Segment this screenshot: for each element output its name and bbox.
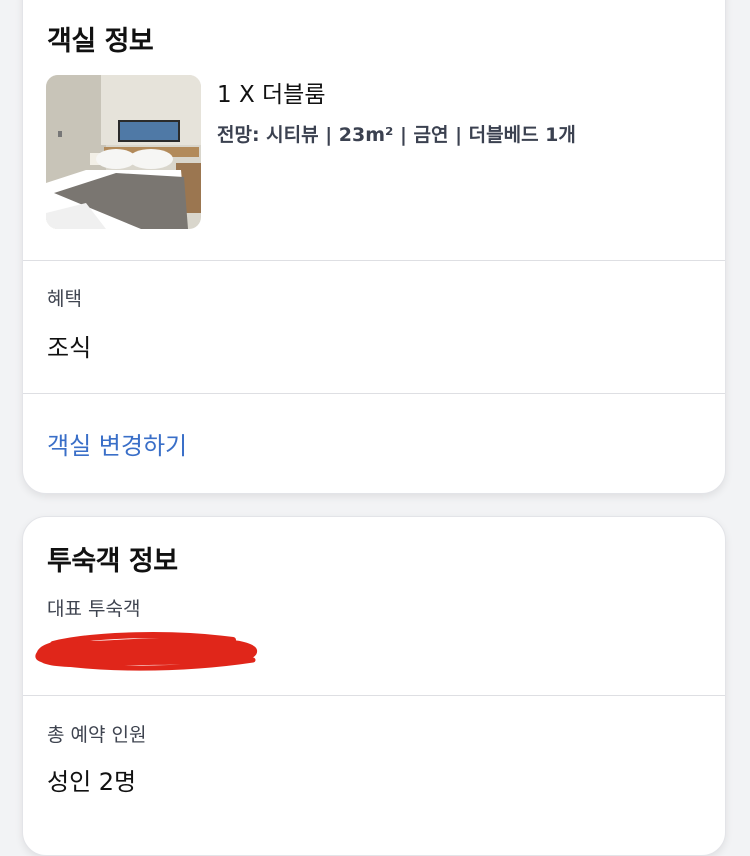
divider <box>23 695 725 696</box>
total-guests-label: 총 예약 인원 <box>47 724 147 746</box>
benefit-value: 조식 <box>47 334 92 362</box>
room-photo[interactable] <box>46 75 201 229</box>
total-guests-value: 성인 2명 <box>47 768 137 796</box>
divider <box>23 260 725 261</box>
guest-info-card: 투숙객 정보 대표 투숙객 총 예약 인원 성인 2명 <box>22 516 726 856</box>
benefit-label: 혜택 <box>47 288 82 310</box>
divider <box>23 393 725 394</box>
room-photo-image <box>46 75 201 229</box>
change-room-link[interactable]: 객실 변경하기 <box>47 426 187 461</box>
room-info-title: 객실 정보 <box>47 26 154 57</box>
guest-info-title: 투숙객 정보 <box>47 546 178 577</box>
representative-guest-label: 대표 투숙객 <box>47 598 141 620</box>
room-info-card: 객실 정보 1 X 더블룸 전망: 시티뷰 | 23m² | 금연 | 더블베드… <box>22 0 726 494</box>
room-name: 1 X 더블룸 <box>217 82 326 108</box>
redacted-guest-name <box>35 632 258 671</box>
room-details: 전망: 시티뷰 | 23m² | 금연 | 더블베드 1개 <box>217 124 576 146</box>
